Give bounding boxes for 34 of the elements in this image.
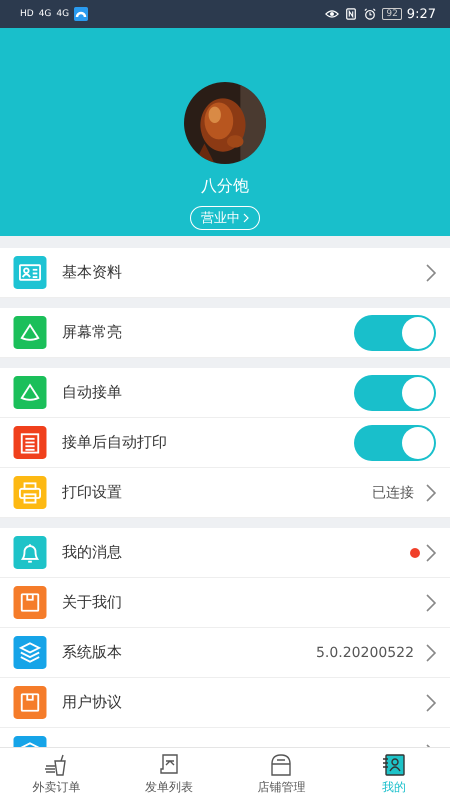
toggle-switch[interactable] [354, 424, 436, 460]
store-name: 八分饱 [201, 176, 249, 197]
app-notification-icon [74, 7, 88, 21]
nav-tab[interactable]: 发单列表 [112, 748, 225, 800]
chevron-icon [243, 213, 249, 223]
row-value: 5.0.20200522 [316, 644, 414, 660]
toggle-switch[interactable] [354, 374, 436, 410]
nav-tab[interactable]: 店铺管理 [225, 748, 338, 800]
row-label: 用户协议 [62, 693, 122, 712]
status-indicator: 4G [56, 9, 70, 19]
nfc-icon [344, 8, 358, 20]
row-value: 已连接 [372, 484, 414, 502]
row-label: 屏幕常亮 [62, 323, 122, 342]
row-label: 系统版本 [62, 643, 122, 662]
status-indicator: HD [20, 9, 34, 19]
chevron-icon [426, 484, 436, 502]
chevron-icon [426, 644, 436, 662]
chevron-icon [426, 694, 436, 712]
toggle-switch[interactable] [354, 314, 436, 350]
row-label: 基本资料 [62, 263, 122, 282]
battery-indicator: 92 [382, 8, 402, 20]
row-label: 接单后自动打印 [62, 433, 167, 452]
chevron-icon [426, 264, 436, 282]
eye-icon [325, 8, 340, 20]
chevron-icon [426, 594, 436, 612]
row-label: 自动接单 [62, 383, 122, 402]
row-label: 打印设置 [62, 483, 122, 502]
status-indicator: 4G [38, 9, 52, 19]
chevron-icon [426, 544, 436, 562]
alarm-icon [363, 8, 378, 20]
row-label: 我的消息 [62, 543, 122, 562]
row-label: 关于我们 [62, 593, 122, 612]
clock-time: 9:27 [406, 6, 436, 22]
nav-tab[interactable]: 外卖订单 [0, 748, 112, 800]
